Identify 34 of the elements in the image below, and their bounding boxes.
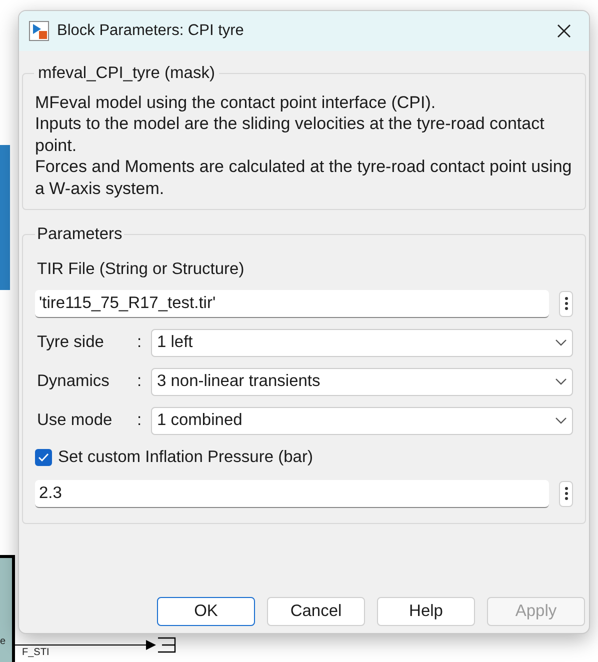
dialog-button[interactable]: Help (377, 597, 475, 626)
chevron-down-icon (555, 416, 567, 425)
field-label: Dynamics (37, 371, 110, 392)
description-text: MFeval model using the contact point interface (CPI). (35, 92, 437, 114)
options-button[interactable] (559, 480, 573, 506)
group-title: Parameters (36, 224, 124, 246)
tir-file-field[interactable]: 'tire115_75_R17_test.tir' (35, 290, 549, 318)
field-label: Use mode (37, 410, 114, 432)
window-title: Block Parameters: CPI tyre (57, 21, 245, 42)
block-icon (29, 21, 49, 41)
separator-colon: : (137, 332, 143, 354)
dialog-button[interactable]: Cancel (267, 597, 365, 626)
terminator-icon (157, 637, 177, 653)
group-title: mfeval_CPI_tyre (mask) (37, 63, 216, 84)
signal-label: e (0, 637, 6, 647)
checkmark-icon (38, 452, 49, 462)
field-label: TIR File (String or Structure) (37, 259, 246, 280)
dropdown[interactable]: 1 combined (151, 406, 573, 435)
checkbox[interactable] (35, 448, 52, 466)
chevron-down-icon (555, 378, 567, 386)
separator-colon: : (137, 410, 143, 432)
checkbox-label: Set custom Inflation Pressure (bar) (58, 446, 313, 468)
options-button[interactable] (559, 290, 573, 317)
dropdown[interactable]: 1 left (151, 328, 573, 357)
chevron-down-icon (555, 338, 567, 347)
pressure-field[interactable]: 2.3 (35, 480, 549, 508)
field-label: Tyre side (37, 332, 105, 354)
close-icon (556, 23, 572, 39)
signal-label: F_STI (22, 648, 50, 658)
dialog-button[interactable]: OK (157, 597, 255, 626)
description-text: Inputs to the model are the sliding velocities at the tyre-road contact point. (35, 113, 546, 156)
dropdown[interactable]: 3 non-linear transients (151, 368, 573, 396)
separator-colon: : (137, 371, 143, 392)
description-text: Forces and Moments are calculated at the tyre-road contact point using a W-axis system. (35, 156, 573, 200)
